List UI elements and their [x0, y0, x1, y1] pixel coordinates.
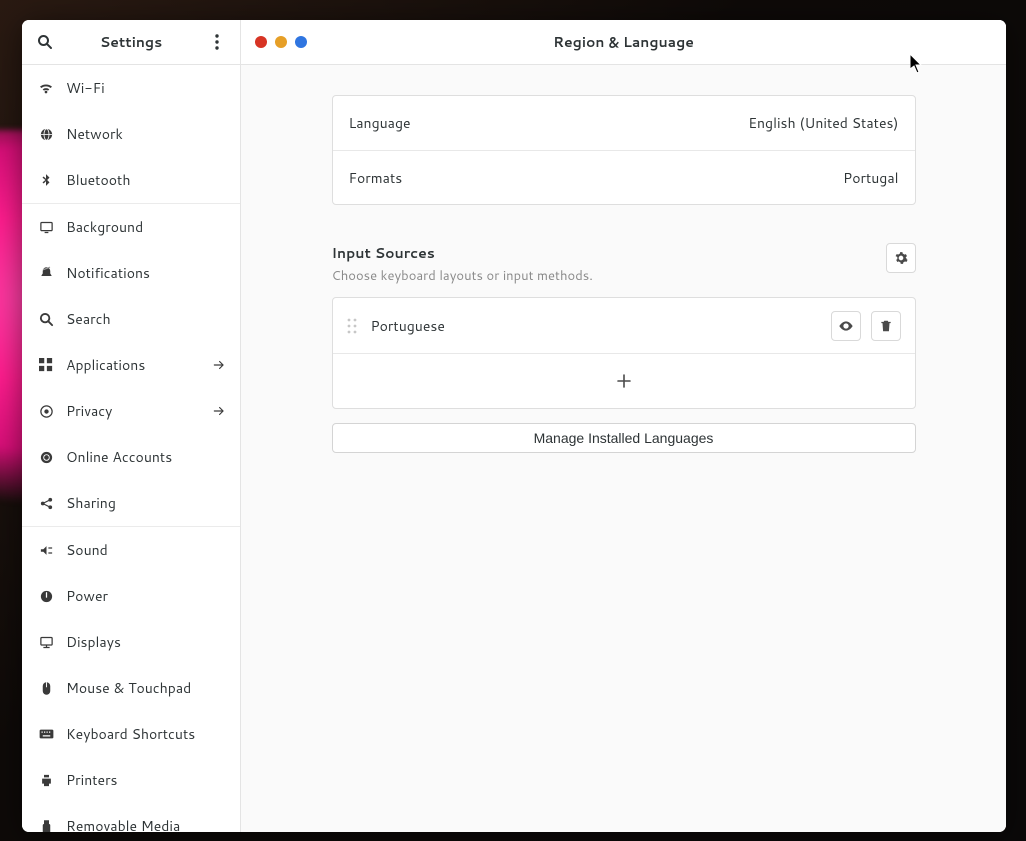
sidebar-item-keyboard-shortcuts[interactable]: Keyboard Shortcuts	[22, 711, 240, 757]
sidebar-item-label: Wi-Fi	[66, 78, 226, 98]
language-row[interactable]: Language English (United States)	[333, 96, 915, 150]
input-source-name: Portuguese	[371, 316, 831, 336]
add-input-source-button[interactable]	[333, 353, 915, 408]
minimize-window-button[interactable]	[275, 36, 287, 48]
mouse-icon	[36, 681, 56, 696]
monitor-icon	[36, 635, 56, 650]
sidebar-item-sound[interactable]: Sound	[22, 527, 240, 573]
manage-languages-button[interactable]: Manage Installed Languages	[332, 423, 916, 453]
target-icon	[36, 404, 56, 419]
bell-icon	[36, 266, 56, 281]
sidebar-item-label: Privacy	[66, 401, 212, 421]
sidebar-item-label: Applications	[66, 355, 212, 375]
chevron-right-icon	[212, 358, 226, 372]
close-window-button[interactable]	[255, 36, 267, 48]
sidebar-item-online-accounts[interactable]: Online Accounts	[22, 434, 240, 480]
sidebar-item-mouse-touchpad[interactable]: Mouse & Touchpad	[22, 665, 240, 711]
sidebar-item-printers[interactable]: Printers	[22, 757, 240, 803]
bluetooth-icon	[36, 173, 56, 187]
usb-icon	[36, 819, 56, 833]
sidebar-nav: Wi-Fi Network Bluetooth Background Notificat…	[22, 65, 240, 832]
formats-row[interactable]: Formats Portugal	[333, 150, 915, 204]
maximize-window-button[interactable]	[295, 36, 307, 48]
sidebar-item-bluetooth[interactable]: Bluetooth	[22, 157, 240, 203]
content-header: Region & Language	[241, 20, 1006, 65]
sidebar-item-notifications[interactable]: Notifications	[22, 250, 240, 296]
sidebar-item-label: Removable Media	[66, 816, 226, 832]
language-value: English (United States)	[748, 113, 898, 133]
chevron-right-icon	[212, 404, 226, 418]
page-title: Region & Language	[241, 32, 1006, 52]
formats-value: Portugal	[843, 168, 898, 188]
input-sources-title: Input Sources	[332, 243, 886, 263]
content-body: Language English (United States) Formats…	[241, 65, 1006, 832]
sidebar-item-label: Power	[66, 586, 226, 606]
printer-icon	[36, 773, 56, 788]
remove-layout-button[interactable]	[871, 311, 901, 341]
search-icon	[37, 34, 53, 50]
sidebar-item-displays[interactable]: Displays	[22, 619, 240, 665]
search-icon	[36, 312, 56, 327]
sound-icon	[36, 543, 56, 558]
sidebar-item-label: Displays	[66, 632, 226, 652]
content-pane: Region & Language Language English (Unit…	[241, 20, 1006, 832]
sidebar-item-label: Online Accounts	[66, 447, 226, 467]
input-sources-settings-button[interactable]	[886, 243, 916, 273]
sidebar-header: Settings	[22, 20, 240, 65]
input-sources-list: Portuguese	[332, 297, 916, 409]
sidebar-item-label: Sharing	[66, 493, 226, 513]
keyboard-icon	[36, 728, 56, 740]
language-label: Language	[349, 113, 749, 133]
region-panel: Language English (United States) Formats…	[332, 95, 916, 205]
sidebar-item-label: Background	[66, 217, 226, 237]
sidebar-item-label: Mouse & Touchpad	[66, 678, 226, 698]
globe-icon	[36, 127, 56, 142]
plus-icon	[616, 373, 632, 389]
kebab-icon	[215, 34, 219, 50]
search-button[interactable]	[32, 29, 58, 55]
display-icon	[36, 220, 56, 235]
sidebar-title: Settings	[58, 32, 204, 52]
power-icon	[36, 589, 56, 604]
sidebar-item-label: Sound	[66, 540, 226, 560]
sidebar-item-label: Notifications	[66, 263, 226, 283]
input-source-actions	[831, 311, 901, 341]
formats-label: Formats	[349, 168, 844, 188]
sidebar-item-wi-fi[interactable]: Wi-Fi	[22, 65, 240, 111]
trash-icon	[879, 319, 893, 333]
share-icon	[36, 496, 56, 511]
sidebar-item-label: Search	[66, 309, 226, 329]
sidebar-item-sharing[interactable]: Sharing	[22, 480, 240, 526]
sidebar-item-label: Keyboard Shortcuts	[66, 724, 226, 744]
input-sources-header: Input Sources Choose keyboard layouts or…	[332, 243, 916, 285]
sidebar-item-power[interactable]: Power	[22, 573, 240, 619]
preview-layout-button[interactable]	[831, 311, 861, 341]
menu-button[interactable]	[204, 29, 230, 55]
gear-icon	[894, 251, 908, 265]
sidebar-item-label: Network	[66, 124, 226, 144]
window-controls	[255, 36, 307, 48]
sidebar-item-privacy[interactable]: Privacy	[22, 388, 240, 434]
input-source-row[interactable]: Portuguese	[333, 298, 915, 353]
sidebar-item-background[interactable]: Background	[22, 204, 240, 250]
sidebar: Settings Wi-Fi Network Bluetooth Background…	[22, 20, 241, 832]
drag-handle-icon[interactable]	[347, 318, 357, 334]
sidebar-item-network[interactable]: Network	[22, 111, 240, 157]
sidebar-item-label: Bluetooth	[66, 170, 226, 190]
apps-icon	[36, 358, 56, 372]
eye-icon	[838, 318, 854, 334]
input-sources-subtitle: Choose keyboard layouts or input methods…	[332, 267, 886, 285]
wifi-icon	[36, 80, 56, 96]
sidebar-item-label: Printers	[66, 770, 226, 790]
cloud-icon	[36, 450, 56, 465]
sidebar-item-applications[interactable]: Applications	[22, 342, 240, 388]
sidebar-item-removable-media[interactable]: Removable Media	[22, 803, 240, 832]
sidebar-item-search[interactable]: Search	[22, 296, 240, 342]
settings-window: Settings Wi-Fi Network Bluetooth Background…	[22, 20, 1006, 832]
